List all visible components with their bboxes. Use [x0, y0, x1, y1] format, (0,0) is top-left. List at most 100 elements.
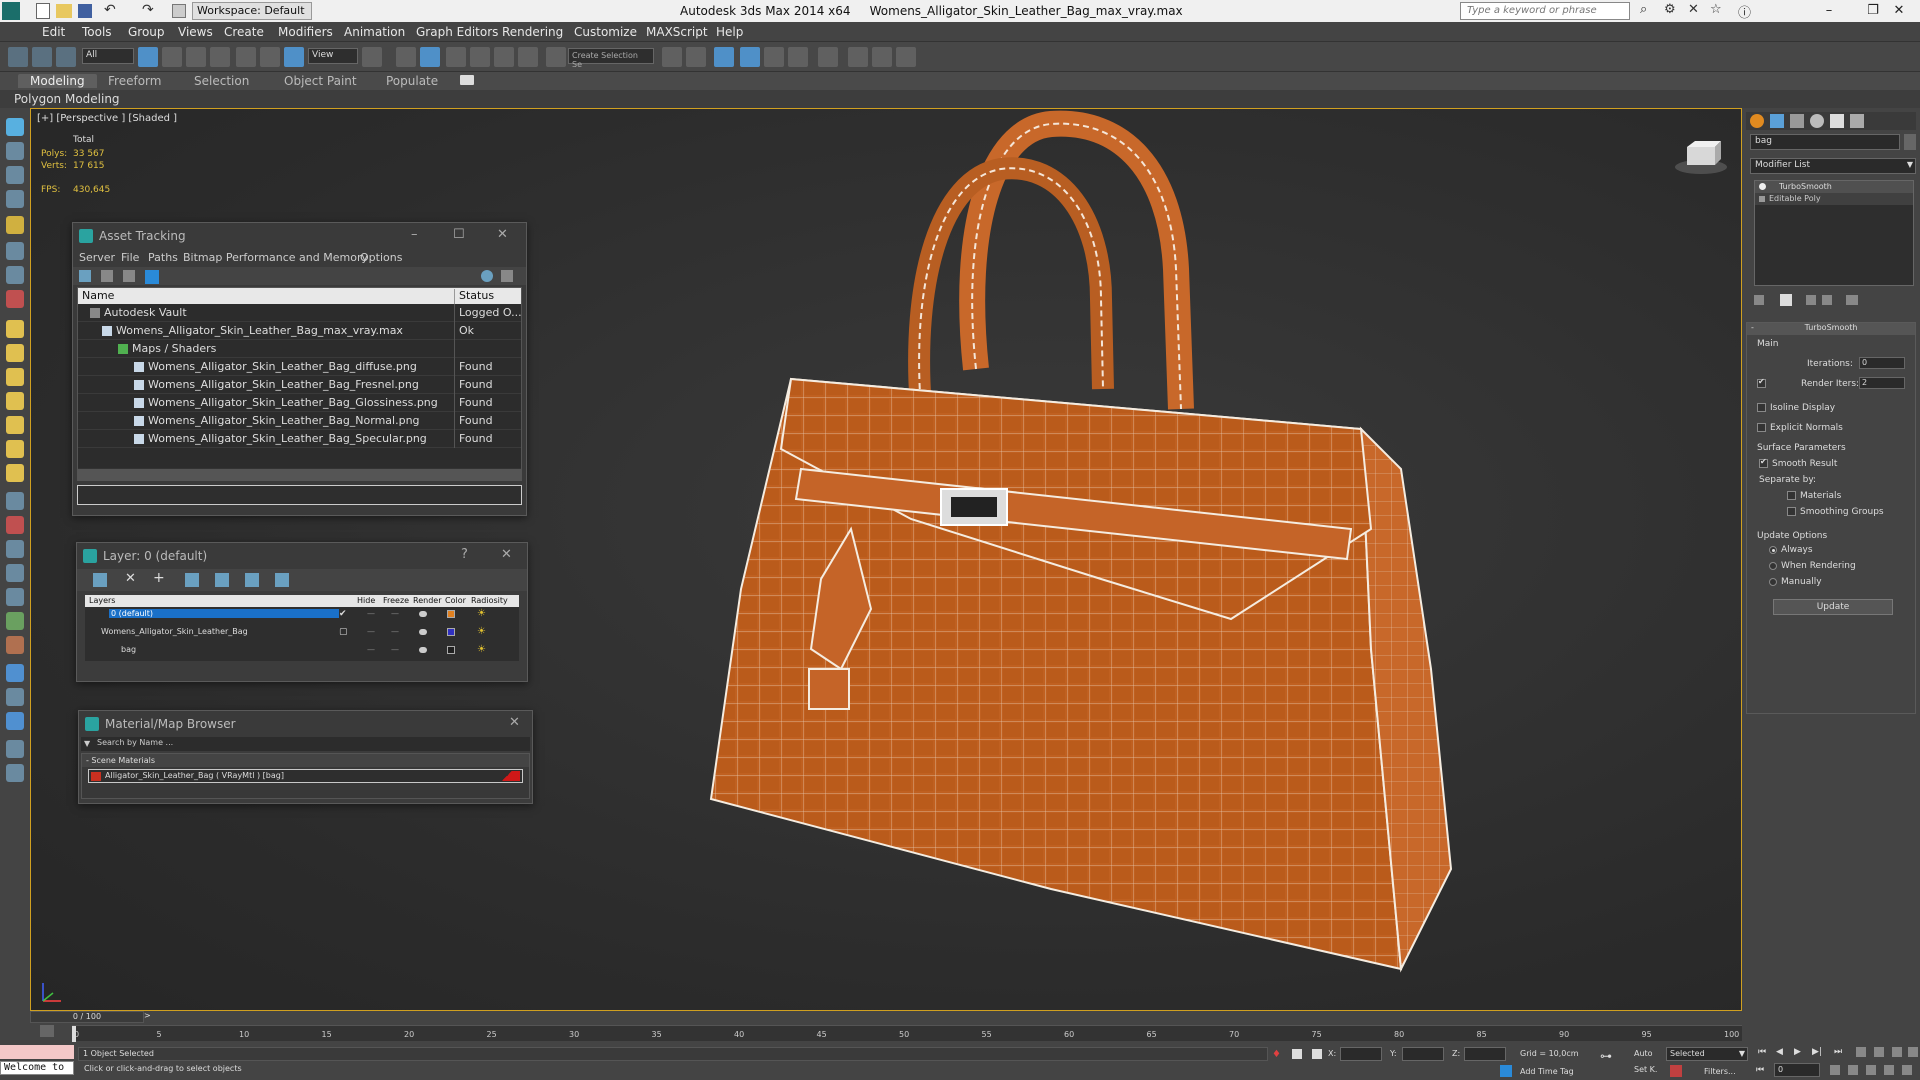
lock-selection-icon[interactable] — [1292, 1049, 1302, 1059]
redo-icon[interactable]: ↷ — [142, 2, 160, 20]
curve-editor-icon[interactable] — [764, 47, 784, 67]
percent-snap-icon[interactable] — [494, 47, 514, 67]
layer-manager-icon[interactable] — [714, 47, 734, 67]
scale-icon[interactable] — [284, 47, 304, 67]
menu-animation[interactable]: Animation — [344, 25, 405, 39]
menu-edit[interactable]: Edit — [42, 25, 65, 39]
mirror-icon[interactable] — [662, 47, 682, 67]
box-icon[interactable] — [6, 142, 24, 160]
key-filters-icon[interactable] — [1670, 1065, 1682, 1077]
layer-row[interactable]: 0 (default) ✔ — — ☀ — [85, 607, 519, 625]
table-icon[interactable] — [6, 190, 24, 208]
material-item[interactable]: Alligator_Skin_Leather_Bag ( VRayMtl ) [… — [88, 769, 523, 783]
favorites-star-icon[interactable]: ☆ — [1710, 2, 1728, 20]
modify-tab-icon[interactable] — [1770, 114, 1784, 128]
iterations-spinner[interactable]: 0 — [1859, 357, 1905, 369]
render-setup-icon[interactable] — [848, 47, 868, 67]
table-row[interactable]: Autodesk Vault Logged O... — [78, 304, 522, 322]
settings-icon[interactable] — [501, 270, 513, 282]
close-button[interactable]: ✕ — [501, 547, 512, 562]
col-name-header[interactable]: Name — [82, 289, 114, 302]
pyramid-icon[interactable] — [6, 416, 24, 434]
select-object-icon[interactable] — [138, 47, 158, 67]
camera-icon[interactable] — [6, 242, 24, 260]
select-manipulate-icon[interactable] — [396, 47, 416, 67]
schematic-view-icon[interactable] — [788, 47, 808, 67]
col-freeze[interactable]: Freeze — [383, 596, 409, 605]
layer-color-swatch[interactable] — [447, 610, 455, 618]
time-config-icon[interactable] — [1830, 1065, 1840, 1075]
edit-named-selection-icon[interactable] — [546, 47, 566, 67]
stack-item-turbosmooth[interactable]: TurboSmooth — [1755, 181, 1913, 193]
track-bar-icon[interactable] — [40, 1025, 54, 1037]
hierarchy-tab-icon[interactable] — [1790, 114, 1804, 128]
next-frame-icon[interactable]: ▶| — [1812, 1047, 1822, 1057]
list-view-icon[interactable] — [101, 270, 113, 282]
cylinder-icon[interactable] — [6, 166, 24, 184]
object-color-swatch[interactable] — [1904, 134, 1916, 150]
when-rendering-radio[interactable] — [1769, 561, 1777, 570]
time-slider-next-icon[interactable]: > — [144, 1011, 154, 1023]
remove-modifier-icon[interactable] — [1822, 295, 1832, 305]
y-coordinate-field[interactable] — [1402, 1047, 1444, 1061]
freeze-toggle[interactable]: — — [391, 645, 399, 654]
track-bar[interactable]: 0 5 10 15 20 25 30 35 40 45 50 55 60 65 70 75 80 85 90 95 10… — [72, 1025, 1742, 1042]
maxscript-input[interactable]: Welcome to — [0, 1061, 74, 1075]
cone-icon[interactable] — [6, 392, 24, 410]
geosphere-icon[interactable] — [6, 464, 24, 482]
render-teapot-icon[interactable] — [419, 647, 427, 653]
brush-icon[interactable] — [6, 516, 24, 534]
asset-tracking-titlebar[interactable]: Asset Tracking – ☐ ✕ — [73, 223, 526, 249]
materials-checkbox[interactable] — [1787, 491, 1796, 500]
layer-toggle-icon[interactable]: ▢ — [339, 627, 348, 637]
rotate-icon[interactable] — [260, 47, 280, 67]
help-button[interactable]: ? — [461, 547, 468, 562]
add-to-layer-icon[interactable]: + — [153, 570, 165, 586]
search-dropdown-icon[interactable]: ▼ — [84, 739, 90, 748]
rollout-title[interactable]: - TurboSmooth — [1747, 323, 1915, 335]
project-folder-icon[interactable] — [172, 4, 186, 18]
earth-icon[interactable] — [6, 664, 24, 682]
time-slider-handle[interactable] — [72, 1026, 76, 1042]
z-coordinate-field[interactable] — [1464, 1047, 1506, 1061]
handbag-model[interactable] — [671, 109, 1671, 1009]
update-button[interactable]: Update — [1773, 599, 1893, 615]
tab-freeform[interactable]: Freeform — [108, 74, 161, 88]
horizontal-scrollbar[interactable] — [78, 468, 521, 480]
torus-icon[interactable] — [6, 368, 24, 386]
snaps-toggle-icon[interactable] — [446, 47, 466, 67]
spinner-snap-icon[interactable] — [518, 47, 538, 67]
sun-icon[interactable] — [6, 440, 24, 458]
plane-icon[interactable] — [6, 320, 24, 338]
viewport-label[interactable]: [+] [Perspective ] [Shaded ] — [37, 113, 177, 124]
table-row[interactable]: Womens_Alligator_Skin_Leather_Bag_Fresne… — [78, 376, 521, 394]
hide-toggle[interactable]: — — [367, 645, 375, 654]
manually-radio[interactable] — [1769, 577, 1777, 586]
refresh-icon[interactable] — [79, 270, 91, 282]
close-button[interactable]: ✕ — [1876, 0, 1920, 22]
go-to-end-icon[interactable]: ⏭ — [1834, 1047, 1842, 1057]
key-mode-dropdown[interactable]: Selected ▼ — [1666, 1047, 1748, 1061]
isoline-row[interactable]: Isoline Display — [1757, 403, 1835, 413]
layer-color-swatch[interactable] — [447, 646, 455, 654]
table-row[interactable]: Womens_Alligator_Skin_Leather_Bag_Normal… — [78, 412, 521, 430]
zoom-icon[interactable] — [1856, 1047, 1866, 1057]
layer-titlebar[interactable]: Layer: 0 (default) ? ✕ — [77, 543, 527, 569]
rendered-frame-window-icon[interactable] — [872, 47, 892, 67]
isoline-checkbox[interactable] — [1757, 403, 1766, 412]
menu-views[interactable]: Views — [178, 25, 213, 39]
reference-coord-dropdown[interactable]: View — [308, 48, 358, 64]
delete-layer-icon[interactable]: ✕ — [125, 571, 136, 586]
menu-server[interactable]: Server — [79, 251, 115, 264]
hide-toggle[interactable]: — — [367, 627, 375, 636]
open-file-icon[interactable] — [56, 4, 72, 18]
menu-group[interactable]: Group — [128, 25, 165, 39]
modifier-list-dropdown[interactable]: Modifier List ▼ — [1750, 158, 1916, 174]
spacewarp-icon[interactable] — [6, 290, 24, 308]
close-button[interactable]: ✕ — [497, 227, 508, 242]
selection-filter-dropdown[interactable]: All — [82, 48, 134, 64]
display-tab-icon[interactable] — [1830, 114, 1844, 128]
freeze-all-icon[interactable] — [275, 573, 289, 587]
render-iters-checkbox[interactable] — [1757, 377, 1766, 388]
table-row[interactable]: Womens_Alligator_Skin_Leather_Bag_Specul… — [78, 430, 521, 448]
